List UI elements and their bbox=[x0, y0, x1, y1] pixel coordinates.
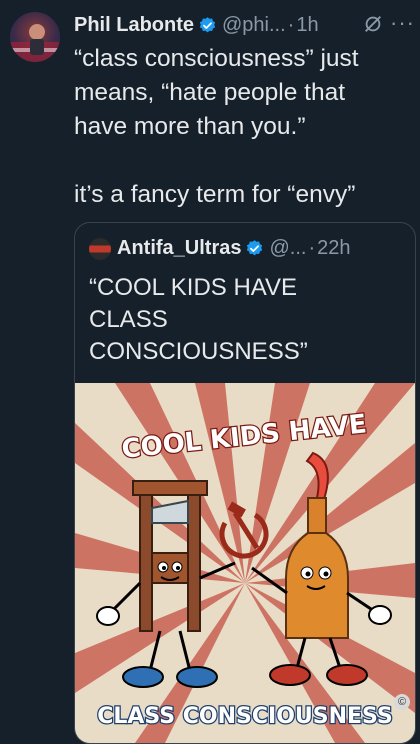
quoted-tweet-header: Antifa_Ultras @... · 22h bbox=[89, 237, 351, 260]
author-avatar-image bbox=[10, 24, 60, 62]
author-handle[interactable]: @phi... bbox=[222, 14, 286, 37]
quoted-tweet-time: 22h bbox=[317, 237, 351, 259]
verified-badge-icon bbox=[199, 16, 216, 32]
author-name[interactable]: Phil Labonte bbox=[74, 14, 194, 37]
quoted-tweet-text: “COOL KIDS HAVE CLASS CONSCIOUSNESS” bbox=[89, 274, 308, 365]
quoted-author-handle: @... bbox=[269, 237, 307, 259]
quoted-author-avatar bbox=[89, 237, 111, 260]
mute-icon[interactable] bbox=[362, 13, 384, 35]
quoted-header-separator: · bbox=[308, 237, 316, 259]
quoted-tweet[interactable]: Antifa_Ultras @... · 22h “COOL KIDS HAVE… bbox=[74, 222, 416, 744]
header-separator: · bbox=[287, 13, 295, 36]
verified-badge-icon bbox=[247, 240, 263, 256]
image-bottom-caption: CLASS CONSCIOUSNESS bbox=[97, 704, 393, 729]
author-avatar[interactable] bbox=[10, 12, 60, 62]
tweet-time[interactable]: 1h bbox=[296, 14, 318, 37]
quoted-tweet-image[interactable]: COOL KIDS HAVE CLASS CONSCIOUSNESS bbox=[75, 383, 415, 743]
more-options-icon[interactable]: ··· bbox=[390, 10, 415, 36]
image-badge-icon: © bbox=[394, 694, 410, 710]
tweet-text: “class consciousness” just means, “hate … bbox=[74, 45, 359, 208]
quoted-author-name: Antifa_Ultras bbox=[117, 237, 242, 259]
